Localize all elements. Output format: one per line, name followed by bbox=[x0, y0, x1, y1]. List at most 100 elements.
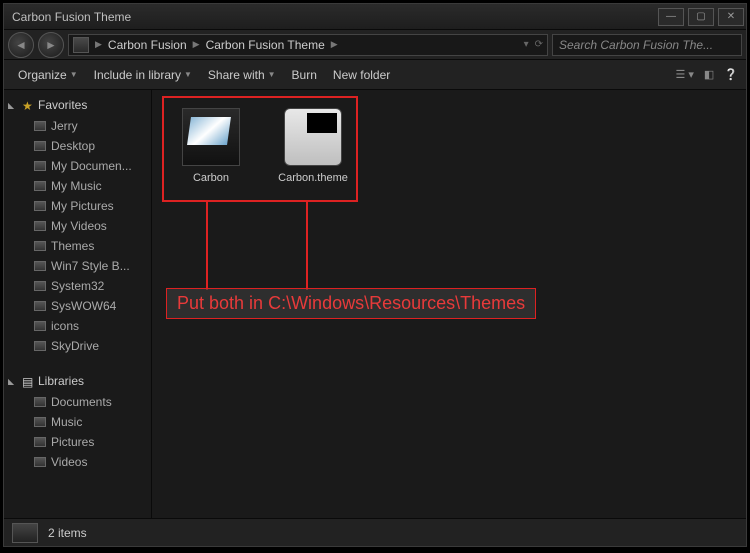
sidebar-item[interactable]: Music bbox=[4, 412, 151, 432]
star-icon: ★ bbox=[22, 99, 34, 111]
include-in-library-button[interactable]: Include in library▼ bbox=[88, 64, 198, 86]
sidebar-item[interactable]: My Videos bbox=[4, 216, 151, 236]
sidebar-item-label: Pictures bbox=[51, 435, 94, 449]
sidebar-item-label: SkyDrive bbox=[51, 339, 99, 353]
refresh-icon[interactable]: ⟳ bbox=[535, 39, 543, 50]
sidebar-item[interactable]: My Pictures bbox=[4, 196, 151, 216]
library-icon bbox=[34, 397, 46, 407]
folder-icon bbox=[34, 221, 46, 231]
sidebar-item[interactable]: Desktop bbox=[4, 136, 151, 156]
search-input[interactable]: Search Carbon Fusion The... bbox=[552, 34, 742, 56]
organize-button[interactable]: Organize▼ bbox=[12, 64, 84, 86]
sidebar-item[interactable]: Pictures bbox=[4, 432, 151, 452]
sidebar-item-label: My Music bbox=[51, 179, 102, 193]
folder-icon bbox=[34, 201, 46, 211]
annotation-label: Put both in C:\Windows\Resources\Themes bbox=[166, 288, 536, 319]
collapse-icon: ◣ bbox=[8, 377, 18, 386]
sidebar-item-label: SysWOW64 bbox=[51, 299, 116, 313]
sidebar-item-label: My Pictures bbox=[51, 199, 114, 213]
sidebar-item-label: Desktop bbox=[51, 139, 95, 153]
chevron-down-icon: ▼ bbox=[268, 70, 276, 79]
folder-icon bbox=[34, 161, 46, 171]
file-item[interactable]: Carbon bbox=[174, 108, 248, 184]
library-icon bbox=[34, 437, 46, 447]
sidebar-item-label: Win7 Style B... bbox=[51, 259, 130, 273]
sidebar-item[interactable]: SysWOW64 bbox=[4, 296, 151, 316]
forward-button[interactable]: ► bbox=[38, 32, 64, 58]
sidebar-item[interactable]: Win7 Style B... bbox=[4, 256, 151, 276]
folder-icon bbox=[34, 141, 46, 151]
status-item-count: 2 items bbox=[48, 526, 87, 540]
collapse-icon: ◣ bbox=[8, 101, 18, 110]
file-item[interactable]: Carbon.theme bbox=[276, 108, 350, 184]
library-icon bbox=[34, 457, 46, 467]
theme-file-icon bbox=[284, 108, 342, 166]
libraries-icon: ▤ bbox=[22, 375, 34, 387]
folder-icon bbox=[34, 341, 46, 351]
status-icon bbox=[12, 523, 38, 543]
chevron-down-icon: ▼ bbox=[184, 70, 192, 79]
sidebar-item[interactable]: Themes bbox=[4, 236, 151, 256]
address-row: ◄ ► ▶ Carbon Fusion ▶ Carbon Fusion Them… bbox=[4, 30, 746, 60]
navigation-pane: ◣ ★ Favorites Jerry Desktop My Documen... M… bbox=[4, 90, 152, 518]
sidebar-item-label: Jerry bbox=[51, 119, 78, 133]
folder-icon bbox=[34, 301, 46, 311]
explorer-window: Carbon Fusion Theme — ▢ ✕ ◄ ► ▶ Carbon F… bbox=[3, 3, 747, 547]
sidebar-group-favorites[interactable]: ◣ ★ Favorites bbox=[4, 94, 151, 116]
breadcrumb-segment[interactable]: Carbon Fusion Theme bbox=[202, 38, 329, 52]
file-label: Carbon bbox=[174, 172, 248, 184]
file-pane[interactable]: Carbon Carbon.theme Put both in C:\Window… bbox=[152, 90, 746, 518]
file-label: Carbon.theme bbox=[276, 172, 350, 184]
titlebar: Carbon Fusion Theme — ▢ ✕ bbox=[4, 4, 746, 30]
sidebar-item[interactable]: Videos bbox=[4, 452, 151, 472]
sidebar-item-label: System32 bbox=[51, 279, 104, 293]
sidebar-item-label: icons bbox=[51, 319, 79, 333]
minimize-button[interactable]: — bbox=[658, 8, 684, 26]
sidebar-item[interactable]: SkyDrive bbox=[4, 336, 151, 356]
library-icon bbox=[34, 417, 46, 427]
chevron-right-icon[interactable]: ▶ bbox=[329, 39, 340, 50]
sidebar-item-label: Videos bbox=[51, 455, 87, 469]
annotation-line bbox=[306, 202, 308, 290]
share-with-button[interactable]: Share with▼ bbox=[202, 64, 282, 86]
sidebar-item-label: My Videos bbox=[51, 219, 107, 233]
folder-icon bbox=[34, 241, 46, 251]
help-icon[interactable]: ❔ bbox=[724, 68, 738, 81]
chevron-right-icon[interactable]: ▶ bbox=[93, 39, 104, 50]
new-folder-button[interactable]: New folder bbox=[327, 64, 396, 86]
preview-pane-icon[interactable]: ◧ bbox=[704, 68, 714, 81]
folder-thumbnail-icon bbox=[182, 108, 240, 166]
window-title: Carbon Fusion Theme bbox=[12, 10, 131, 24]
chevron-down-icon: ▼ bbox=[70, 70, 78, 79]
chevron-right-icon[interactable]: ▶ bbox=[191, 39, 202, 50]
command-bar: Organize▼ Include in library▼ Share with… bbox=[4, 60, 746, 90]
maximize-button[interactable]: ▢ bbox=[688, 8, 714, 26]
folder-icon bbox=[34, 181, 46, 191]
sidebar-item[interactable]: Jerry bbox=[4, 116, 151, 136]
close-button[interactable]: ✕ bbox=[718, 8, 744, 26]
view-options-icon[interactable]: ☰ ▾ bbox=[675, 68, 693, 81]
sidebar-item[interactable]: icons bbox=[4, 316, 151, 336]
annotation-line bbox=[206, 202, 208, 290]
folder-icon bbox=[34, 321, 46, 331]
burn-button[interactable]: Burn bbox=[286, 64, 323, 86]
sidebar-item[interactable]: Documents bbox=[4, 392, 151, 412]
sidebar-item[interactable]: My Documen... bbox=[4, 156, 151, 176]
sidebar-item-label: My Documen... bbox=[51, 159, 132, 173]
status-bar: 2 items bbox=[4, 518, 746, 546]
sidebar-item-label: Music bbox=[51, 415, 82, 429]
address-dropdown-icon[interactable]: ▾ bbox=[524, 39, 529, 50]
breadcrumb-segment[interactable]: Carbon Fusion bbox=[104, 38, 191, 52]
sidebar-item[interactable]: System32 bbox=[4, 276, 151, 296]
folder-icon bbox=[34, 121, 46, 131]
sidebar-item-label: Documents bbox=[51, 395, 112, 409]
sidebar-item[interactable]: My Music bbox=[4, 176, 151, 196]
sidebar-group-libraries[interactable]: ◣ ▤ Libraries bbox=[4, 370, 151, 392]
folder-icon bbox=[73, 37, 89, 53]
window-controls: — ▢ ✕ bbox=[656, 8, 746, 26]
address-bar[interactable]: ▶ Carbon Fusion ▶ Carbon Fusion Theme ▶ … bbox=[68, 34, 548, 56]
body: ◣ ★ Favorites Jerry Desktop My Documen... M… bbox=[4, 90, 746, 518]
back-button[interactable]: ◄ bbox=[8, 32, 34, 58]
folder-icon bbox=[34, 281, 46, 291]
sidebar-item-label: Themes bbox=[51, 239, 94, 253]
